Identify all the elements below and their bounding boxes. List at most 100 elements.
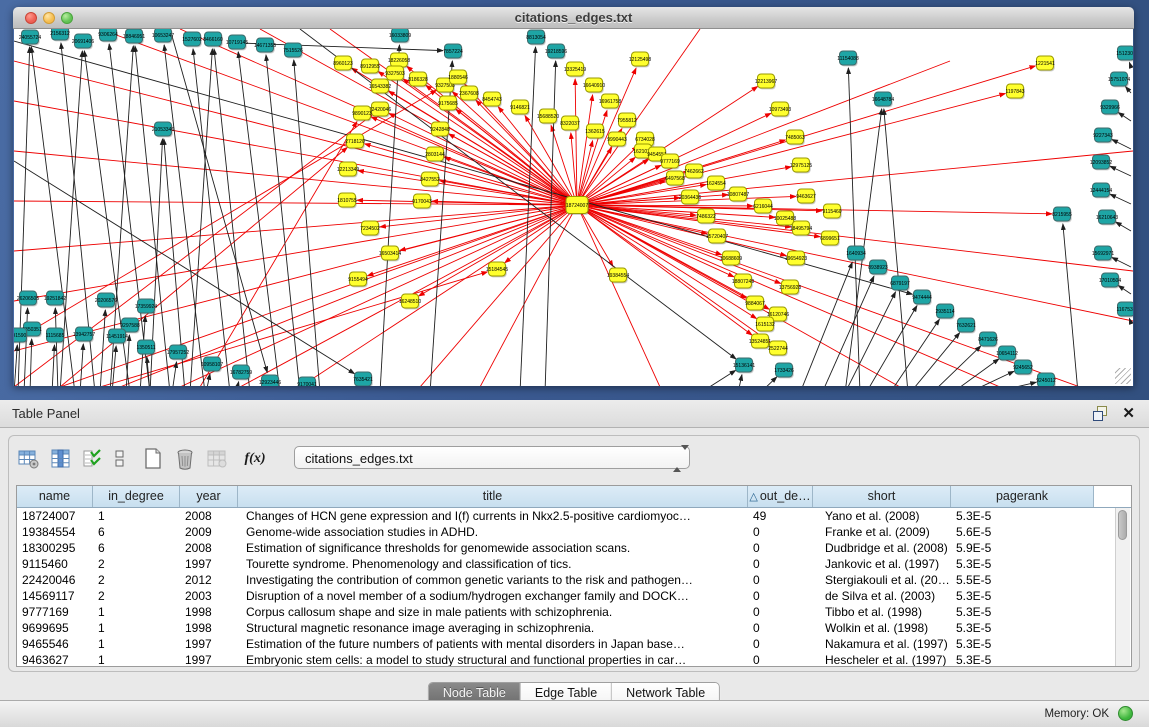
svg-text:16961758: 16961758 xyxy=(599,99,621,105)
column-header-out-degree[interactable]: △out_de… xyxy=(748,486,813,507)
column-header-pagerank[interactable]: pagerank xyxy=(951,486,1094,507)
table-cell: Investigating the contribution of common… xyxy=(238,572,748,588)
svg-text:1810755: 1810755 xyxy=(337,198,357,204)
table-scrollbar[interactable] xyxy=(1115,508,1130,666)
svg-text:12125498: 12125498 xyxy=(629,57,651,63)
table-cell: 5.3E-5 xyxy=(951,604,1094,620)
import-table-icon[interactable] xyxy=(205,447,229,471)
table-cell: 0 xyxy=(748,540,813,556)
table-cell: Stergiakouli et al. (2012) xyxy=(813,572,951,588)
table-row[interactable]: 2242004622012Investigating the contribut… xyxy=(17,572,1131,588)
table-row[interactable]: 911546021997Tourette syndrome. Phenomeno… xyxy=(17,556,1131,572)
svg-text:8466160: 8466160 xyxy=(203,37,223,43)
svg-text:1615132: 1615132 xyxy=(755,322,775,328)
table-cell: 0 xyxy=(748,636,813,652)
table-cell: 2 xyxy=(93,572,180,588)
svg-text:9170043: 9170043 xyxy=(412,199,432,205)
resize-grip-icon[interactable] xyxy=(1115,368,1131,384)
svg-text:13756928: 13756928 xyxy=(779,285,801,291)
svg-text:1221541: 1221541 xyxy=(1035,61,1055,67)
table-cell: 9115460 xyxy=(17,556,93,572)
table-row[interactable]: 969969511998Structural magnetic resonanc… xyxy=(17,620,1131,636)
svg-text:9245652: 9245652 xyxy=(1013,365,1033,371)
float-panel-icon[interactable] xyxy=(1093,406,1107,420)
new-table-icon[interactable] xyxy=(141,447,165,471)
function-builder-icon[interactable]: f(x) xyxy=(243,447,267,471)
svg-text:16543382: 16543382 xyxy=(369,84,391,90)
table-row[interactable]: 1872400712008Changes of HCN gene express… xyxy=(17,508,1131,524)
svg-text:1197843: 1197843 xyxy=(1005,89,1024,95)
close-panel-icon[interactable]: ✕ xyxy=(1122,404,1135,422)
svg-text:17010504: 17010504 xyxy=(1099,278,1121,284)
table-cell: 9699695 xyxy=(17,620,93,636)
table-cell: 5.6E-5 xyxy=(951,524,1094,540)
svg-text:15688520: 15688520 xyxy=(537,114,559,120)
svg-text:2935114: 2935114 xyxy=(935,309,954,315)
table-row[interactable]: 1938455462009Genome-wide association stu… xyxy=(17,524,1131,540)
svg-text:11154088: 11154088 xyxy=(837,56,859,62)
table-cell: Yano et al. (2008) xyxy=(813,508,951,524)
svg-text:18807249: 18807249 xyxy=(732,279,754,285)
svg-text:2367608: 2367608 xyxy=(459,91,479,97)
select-columns-icon[interactable] xyxy=(49,447,73,471)
svg-text:7462662: 7462662 xyxy=(684,169,704,175)
table-settings-icon[interactable] xyxy=(17,447,41,471)
table-header-row: name in_degree year title △out_de… short… xyxy=(17,486,1131,508)
table-cell: 0 xyxy=(748,604,813,620)
table-cell: 1 xyxy=(93,636,180,652)
table-cell: 9777169 xyxy=(17,604,93,620)
svg-text:8938923: 8938923 xyxy=(868,265,888,271)
table-cell: Genome-wide association studies in ADHD. xyxy=(238,524,748,540)
svg-text:19251842: 19251842 xyxy=(44,296,66,302)
table-row[interactable]: 1830029562008Estimation of significance … xyxy=(17,540,1131,556)
svg-text:1527602: 1527602 xyxy=(182,37,202,43)
svg-text:16640910: 16640910 xyxy=(583,83,605,89)
table-row[interactable]: 977716911998Corpus callosum shape and si… xyxy=(17,604,1131,620)
column-header-in-degree[interactable]: in_degree xyxy=(93,486,180,507)
table-cell: Tibbo et al. (1998) xyxy=(813,604,951,620)
svg-text:9297588: 9297588 xyxy=(120,323,140,329)
svg-text:10958107: 10958107 xyxy=(201,362,223,368)
svg-text:8960123: 8960123 xyxy=(333,61,353,67)
table-cell: Nakamura et al. (1997) xyxy=(813,636,951,652)
table-row[interactable]: 946362711997Embryonic stem cells: a mode… xyxy=(17,652,1131,667)
status-bar: Memory: OK xyxy=(0,700,1149,727)
svg-text:9474444: 9474444 xyxy=(912,295,932,301)
table-cell: 1 xyxy=(93,620,180,636)
svg-text:10025488: 10025488 xyxy=(774,216,796,222)
svg-text:15692971: 15692971 xyxy=(1092,251,1114,257)
table-cell: 1998 xyxy=(180,620,238,636)
svg-text:7234502: 7234502 xyxy=(360,226,380,232)
column-header-year[interactable]: year xyxy=(180,486,238,507)
memory-ok-indicator-icon xyxy=(1118,706,1133,721)
delete-table-icon[interactable] xyxy=(173,447,197,471)
network-canvas[interactable]: 8960123891295518226058932750316543382818… xyxy=(14,29,1133,386)
svg-text:24055724: 24055724 xyxy=(19,35,41,41)
column-header-name[interactable]: name xyxy=(17,486,93,507)
column-header-short[interactable]: short xyxy=(813,486,951,507)
svg-text:8813054: 8813054 xyxy=(526,35,546,41)
column-header-title[interactable]: title xyxy=(238,486,748,507)
svg-text:15136141: 15136141 xyxy=(733,363,755,369)
table-row[interactable]: 1456911722003Disruption of a novel membe… xyxy=(17,588,1131,604)
svg-text:1624554: 1624554 xyxy=(706,181,726,187)
sort-ascending-icon: △ xyxy=(749,491,757,503)
table-cell: Wolkin et al. (1998) xyxy=(813,620,951,636)
table-selector-dropdown[interactable]: citations_edges.txt xyxy=(294,446,690,469)
citation-network-graph[interactable]: 8960123891295518226058932750316543382818… xyxy=(14,29,1133,386)
table-cell: 0 xyxy=(748,524,813,540)
columns-toggle-icon[interactable] xyxy=(113,447,127,471)
table-cell: 5.3E-5 xyxy=(951,508,1094,524)
window-titlebar[interactable]: citations_edges.txt xyxy=(13,7,1134,29)
svg-text:9890123: 9890123 xyxy=(352,111,372,117)
svg-text:7635421: 7635421 xyxy=(353,377,373,383)
row-checks-icon[interactable] xyxy=(81,447,105,471)
svg-text:16648784: 16648784 xyxy=(872,97,894,103)
table-row[interactable]: 946554611997Estimation of the future num… xyxy=(17,636,1131,652)
svg-text:8471626: 8471626 xyxy=(978,337,998,343)
svg-text:1640934: 1640934 xyxy=(846,251,866,257)
svg-text:1350511: 1350511 xyxy=(136,345,155,351)
svg-text:17957252: 17957252 xyxy=(167,350,189,356)
scrollbar-thumb[interactable] xyxy=(1118,510,1127,540)
svg-text:17359924: 17359924 xyxy=(135,304,157,310)
